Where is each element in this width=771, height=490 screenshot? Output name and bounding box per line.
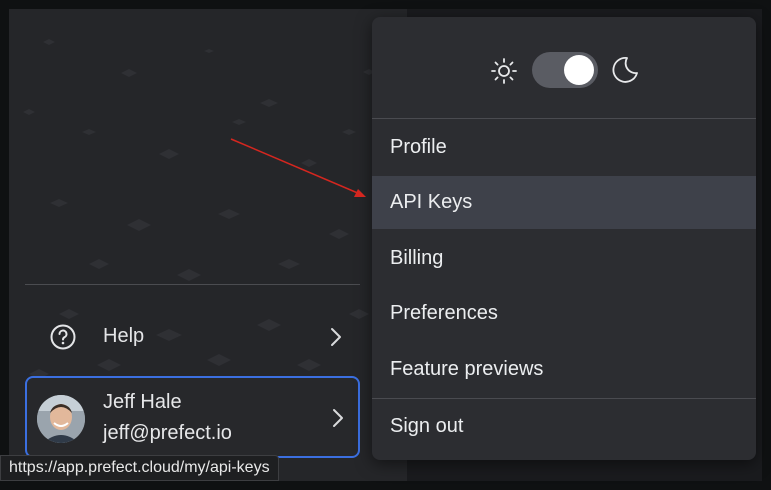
status-bar-url: https://app.prefect.cloud/my/api-keys xyxy=(0,455,279,481)
question-circle-icon xyxy=(50,324,76,350)
theme-switcher xyxy=(372,17,756,119)
avatar xyxy=(37,395,85,443)
menu-item-billing[interactable]: Billing xyxy=(372,232,756,285)
sidebar-item-help[interactable]: Help xyxy=(25,312,360,362)
sun-icon[interactable] xyxy=(490,57,518,85)
menu-item-profile[interactable]: Profile xyxy=(372,121,756,174)
toggle-knob xyxy=(564,55,594,85)
user-account-button[interactable]: Jeff Hale jeff@prefect.io xyxy=(25,376,360,458)
user-email: jeff@prefect.io xyxy=(103,422,232,444)
help-label: Help xyxy=(103,325,145,347)
account-menu: Profile API Keys Billing Preferences Fea… xyxy=(372,17,756,460)
user-name: Jeff Hale xyxy=(103,391,182,413)
moon-icon[interactable] xyxy=(610,55,640,85)
menu-item-sign-out[interactable]: Sign out xyxy=(372,400,756,453)
menu-item-preferences[interactable]: Preferences xyxy=(372,287,756,340)
menu-divider xyxy=(372,118,756,119)
menu-item-feature-previews[interactable]: Feature previews xyxy=(372,343,756,396)
menu-divider xyxy=(372,398,756,399)
sidebar-divider xyxy=(25,284,360,285)
theme-toggle[interactable] xyxy=(532,52,598,88)
menu-item-api-keys[interactable]: API Keys xyxy=(372,176,756,229)
chevron-right-icon xyxy=(333,409,343,427)
chevron-right-icon xyxy=(331,328,341,346)
